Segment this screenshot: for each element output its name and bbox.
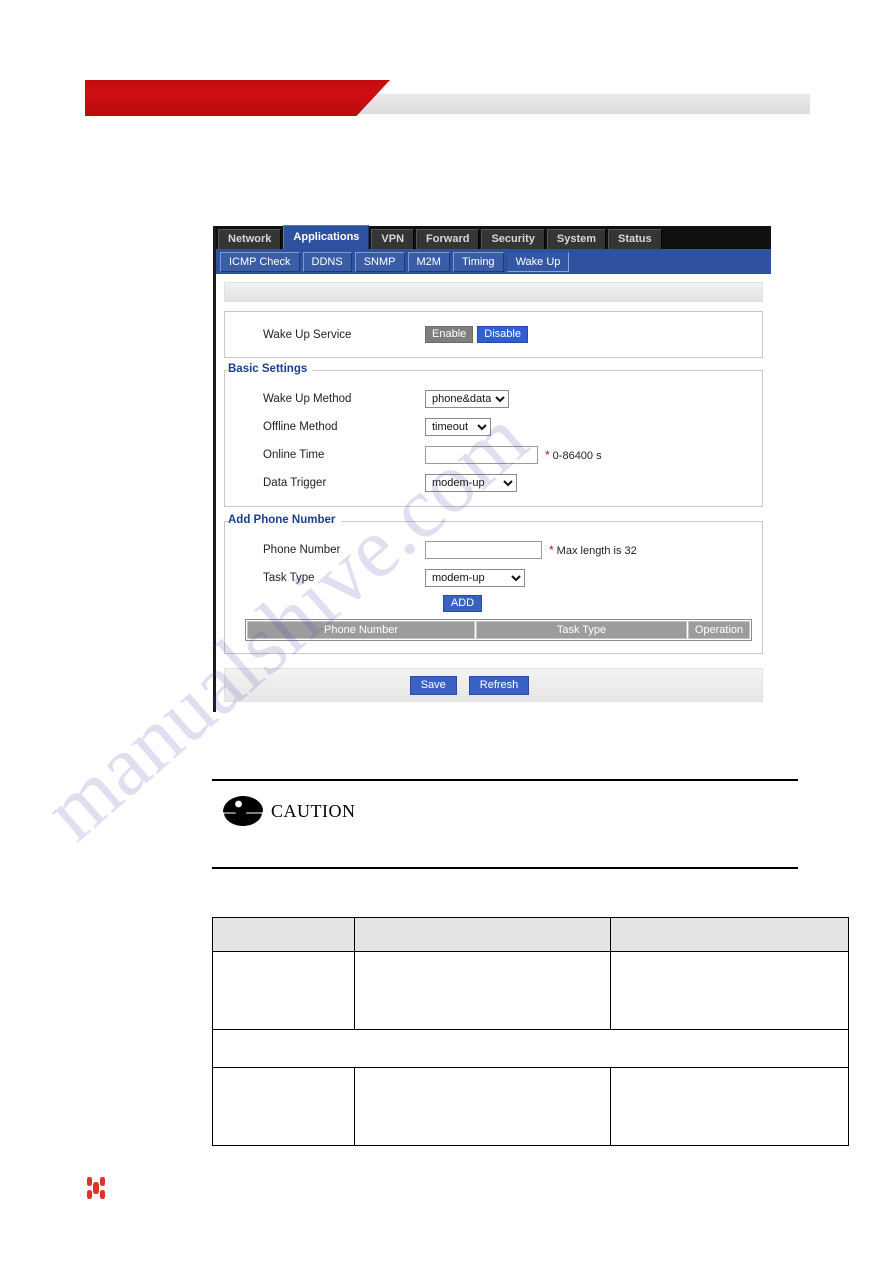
- add-phone-number-legend: Add Phone Number: [228, 514, 342, 526]
- online-time-label: Online Time: [263, 448, 325, 461]
- wake-up-service-row: Wake Up Service Enable Disable: [225, 323, 762, 346]
- router-config-panel: Network Applications VPN Forward Securit…: [213, 225, 771, 712]
- phone-number-list-table: Phone Number Task Type Operation: [245, 619, 752, 641]
- add-button-row: ADD: [225, 595, 762, 612]
- phone-number-hint-text: Max length is 32: [556, 544, 637, 557]
- online-time-row: Online Time * 0-86400 s: [225, 443, 762, 466]
- required-asterisk-icon: *: [545, 447, 550, 462]
- sub-tab-m2m[interactable]: M2M: [407, 251, 450, 272]
- main-navigation-bar: Network Applications VPN Forward Securit…: [216, 225, 771, 249]
- phone-number-row: Phone Number * Max length is 32: [225, 538, 762, 561]
- offline-method-row: Offline Method timeout: [225, 415, 762, 438]
- page-title-bar: [224, 282, 763, 302]
- data-trigger-label: Data Trigger: [263, 476, 327, 489]
- form-action-bar: Save Refresh: [224, 668, 763, 702]
- wake-up-service-enable-button[interactable]: Enable: [425, 326, 474, 343]
- main-tab-status[interactable]: Status: [608, 229, 662, 249]
- description-header-cell-2: [354, 917, 611, 952]
- basic-settings-fields: Wake Up Method phone&data Offline Method…: [224, 370, 763, 507]
- main-tab-applications[interactable]: Applications: [283, 225, 370, 249]
- basic-settings-legend: Basic Settings: [228, 363, 314, 375]
- ui-content-body: Wake Up Service Enable Disable Basic Set…: [216, 274, 771, 712]
- sub-tab-ddns[interactable]: DDNS: [302, 251, 352, 272]
- sub-tab-wake-up[interactable]: Wake Up: [506, 251, 570, 272]
- main-tab-network[interactable]: Network: [218, 229, 282, 249]
- description-table: [212, 917, 849, 1146]
- save-button[interactable]: Save: [409, 675, 457, 695]
- wake-up-method-select[interactable]: phone&data: [425, 389, 509, 408]
- phone-number-list-header-row: Phone Number Task Type Operation: [247, 621, 750, 639]
- main-tab-system[interactable]: System: [546, 229, 607, 249]
- refresh-button[interactable]: Refresh: [468, 675, 530, 695]
- table-row: [212, 1067, 849, 1146]
- main-tab-forward[interactable]: Forward: [416, 229, 480, 249]
- header-red-banner: [85, 80, 390, 116]
- sub-navigation-bar: ICMP Check DDNS SNMP M2M Timing Wake Up: [216, 249, 771, 274]
- description-cell: [354, 951, 611, 1030]
- add-phone-number-button[interactable]: ADD: [442, 595, 483, 612]
- main-tab-security[interactable]: Security: [481, 229, 545, 249]
- phone-number-label: Phone Number: [263, 543, 341, 556]
- wake-up-service-disable-button[interactable]: Disable: [477, 326, 528, 343]
- offline-method-select[interactable]: timeout: [425, 417, 491, 436]
- online-time-input[interactable]: [425, 445, 538, 464]
- task-type-row: Task Type modem-up: [225, 566, 762, 589]
- caution-title: CAUTION: [271, 800, 356, 821]
- required-asterisk-icon: *: [549, 542, 554, 557]
- wake-up-method-row: Wake Up Method phone&data: [225, 387, 762, 410]
- main-tab-vpn[interactable]: VPN: [371, 229, 415, 249]
- description-header-cell-1: [212, 917, 355, 952]
- wake-up-service-toggle-group: Enable Disable: [425, 326, 532, 343]
- online-time-hint: * 0-86400 s: [545, 448, 602, 462]
- description-cell: [212, 1067, 355, 1146]
- basic-settings-group: Basic Settings Wake Up Method phone&data…: [224, 363, 763, 507]
- column-header-task-type: Task Type: [476, 621, 687, 639]
- wake-up-method-label: Wake Up Method: [263, 392, 352, 405]
- offline-method-label: Offline Method: [263, 420, 338, 433]
- description-cell: [212, 951, 355, 1030]
- description-cell: [610, 1067, 849, 1146]
- phone-number-hint: * Max length is 32: [549, 543, 637, 557]
- column-header-phone-number: Phone Number: [247, 621, 475, 639]
- eye-icon: [221, 795, 265, 827]
- online-time-hint-text: 0-86400 s: [552, 449, 602, 462]
- sub-tab-timing[interactable]: Timing: [452, 251, 504, 272]
- column-header-operation: Operation: [688, 621, 750, 639]
- caution-notice-block: CAUTION: [212, 779, 798, 869]
- table-row: [212, 1029, 849, 1068]
- add-phone-number-fields: Phone Number * Max length is 32 Task Type…: [224, 521, 763, 654]
- description-cell: [354, 1067, 611, 1146]
- page-header-banner: [0, 80, 893, 116]
- task-type-label: Task Type: [263, 571, 315, 584]
- table-row: [212, 951, 849, 1030]
- description-cell-full-width: [212, 1029, 849, 1068]
- sub-tab-icmp-check[interactable]: ICMP Check: [220, 251, 300, 272]
- sub-tab-snmp[interactable]: SNMP: [354, 251, 405, 272]
- wake-up-service-label: Wake Up Service: [263, 328, 352, 341]
- description-cell: [610, 951, 849, 1030]
- task-type-select[interactable]: modem-up: [425, 568, 525, 587]
- wake-up-service-box: Wake Up Service Enable Disable: [224, 311, 763, 358]
- add-phone-number-group: Add Phone Number Phone Number * Max lengt…: [224, 514, 763, 654]
- description-header-cell-3: [610, 917, 849, 952]
- data-trigger-select[interactable]: modem-up: [425, 473, 517, 492]
- description-table-header-row: [212, 917, 849, 952]
- phone-number-input[interactable]: [425, 540, 542, 559]
- company-logo-icon: [86, 1176, 106, 1200]
- data-trigger-row: Data Trigger modem-up: [225, 471, 762, 494]
